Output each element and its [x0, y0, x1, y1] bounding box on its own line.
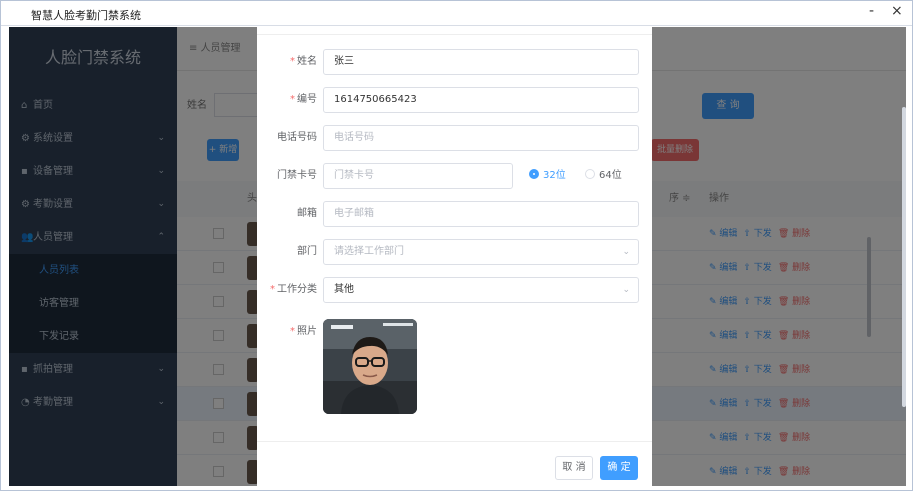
- category-row: * 工作分类 其他 ⌄: [257, 277, 652, 303]
- email-field[interactable]: 电子邮箱: [323, 201, 639, 227]
- person-photo[interactable]: [323, 319, 417, 414]
- number-label: * 编号: [290, 94, 317, 105]
- dept-select[interactable]: 请选择工作部门 ⌄: [323, 239, 639, 265]
- dept-row: 部门 请选择工作部门 ⌄: [257, 239, 652, 265]
- name-row: * 姓名 张三: [257, 49, 652, 75]
- chevron-down-icon: ⌄: [622, 285, 630, 295]
- confirm-button[interactable]: 确 定: [600, 456, 638, 480]
- chevron-down-icon: ⌄: [622, 247, 630, 257]
- minimize-button[interactable]: -: [869, 3, 874, 19]
- email-label: 邮箱: [297, 208, 317, 219]
- card-field[interactable]: 门禁卡号: [323, 163, 513, 189]
- name-field[interactable]: 张三: [323, 49, 639, 75]
- dialog-top-border: [257, 27, 652, 35]
- window-title: 智慧人脸考勤门禁系统: [31, 9, 141, 22]
- cancel-button[interactable]: 取 消: [555, 456, 593, 480]
- radio-64bit[interactable]: 64位: [585, 163, 622, 189]
- radio-dot-icon: [585, 169, 595, 179]
- radio-32bit[interactable]: 32位: [529, 163, 566, 189]
- dept-label: 部门: [297, 246, 317, 257]
- title-bar: 智慧人脸考勤门禁系统 - ×: [1, 1, 912, 26]
- card-label: 门禁卡号: [277, 170, 317, 181]
- phone-row: 电话号码 电话号码: [257, 125, 652, 151]
- close-window-button[interactable]: ×: [891, 3, 903, 19]
- number-row: * 编号 1614750665423: [257, 87, 652, 113]
- phone-label: 电话号码: [277, 132, 317, 143]
- number-field[interactable]: 1614750665423: [323, 87, 639, 113]
- card-row: 门禁卡号 门禁卡号 32位 64位: [257, 163, 652, 189]
- category-label: * 工作分类: [270, 284, 317, 295]
- phone-field[interactable]: 电话号码: [323, 125, 639, 151]
- dialog-footer-divider: [257, 441, 652, 442]
- radio-dot-icon: [529, 169, 539, 179]
- page-scrollbar[interactable]: [902, 107, 906, 407]
- category-select[interactable]: 其他 ⌄: [323, 277, 639, 303]
- person-edit-dialog: * 姓名 张三 * 编号 1614750665423 电话号码 电话号码 门禁卡号 …: [257, 27, 652, 486]
- name-label: * 姓名: [290, 56, 317, 67]
- email-row: 邮箱 电子邮箱: [257, 201, 652, 227]
- photo-label: * 照片: [290, 326, 317, 337]
- app-body: 人脸门禁系统 ⌂首页⚙系统设置⌄▪设备管理⌄⚙考勤设置⌄👥人员管理⌃人员列表访客…: [9, 27, 906, 486]
- app-window: 智慧人脸考勤门禁系统 - × 人脸门禁系统 ⌂首页⚙系统设置⌄▪设备管理⌄⚙考勤…: [0, 0, 913, 491]
- photo-row: * 照片: [257, 319, 652, 345]
